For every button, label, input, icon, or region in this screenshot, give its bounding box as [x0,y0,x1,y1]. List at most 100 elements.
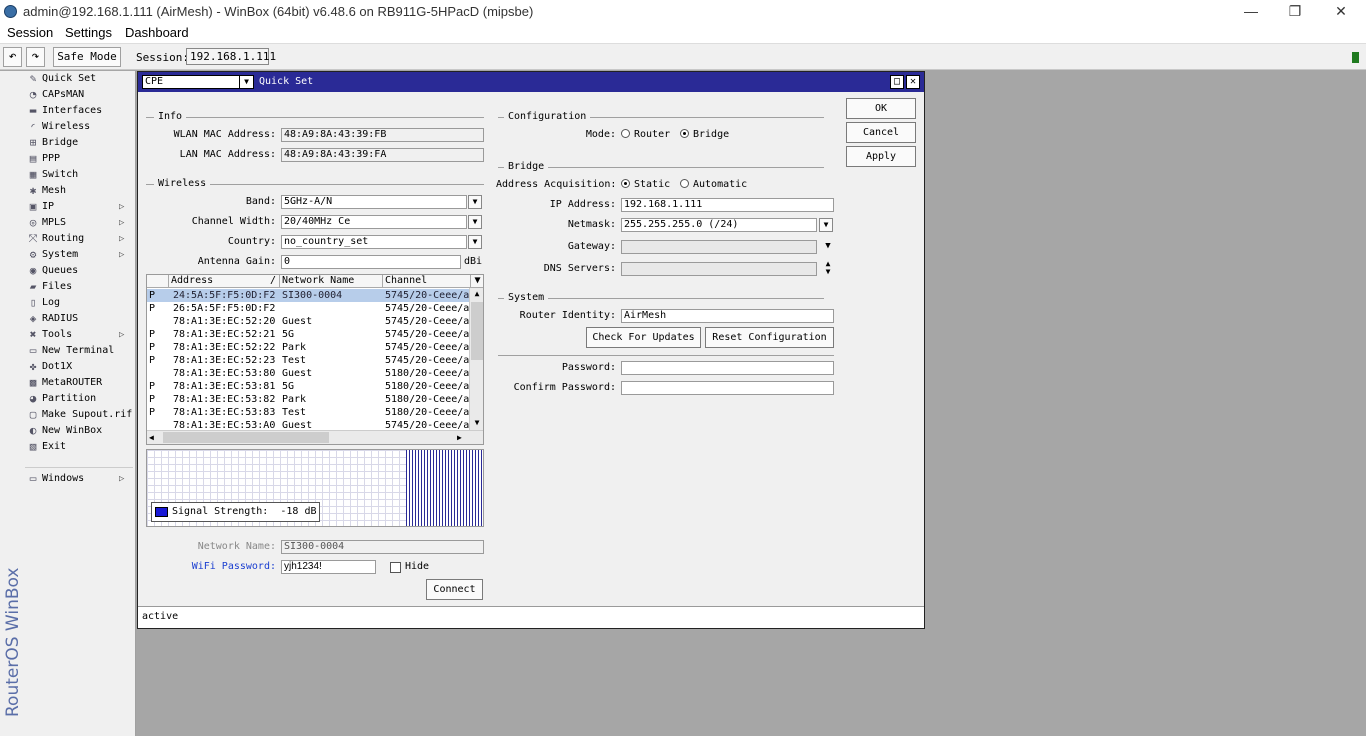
band-select[interactable]: 5GHz-A/N [281,195,467,209]
scroll-up-icon[interactable]: ▲ [471,288,483,300]
sidebar-item-system[interactable]: ⚙ System ▷ [23,247,136,263]
table-header-network-name[interactable]: Network Name [280,275,383,288]
table-header-address[interactable]: Address / [169,275,280,288]
table-header-channel[interactable]: Channel [383,275,471,288]
minimize-icon[interactable]: — [1228,0,1274,24]
gateway-dropdown-icon[interactable]: ▼ [821,240,835,254]
dns-servers-field[interactable] [621,262,817,276]
country-dropdown-icon[interactable]: ▼ [468,235,482,249]
safe-mode-button[interactable]: Safe Mode [53,47,121,67]
session-field[interactable]: 192.168.1.111 [186,48,276,65]
channel-width-select[interactable]: 20/40MHz Ce [281,215,467,229]
mode-bridge-label: Bridge [693,129,730,140]
table-row[interactable]: P 78:A1:3E:EC:52:22 Park 5745/20-Ceee/a [147,341,469,354]
sidebar-item-log[interactable]: ▯ Log [23,295,136,311]
cell-channel: 5745/20-Ceee/a [385,290,470,301]
close-icon[interactable]: ✕ [1318,0,1364,24]
table-row[interactable]: P 78:A1:3E:EC:53:81 5G 5180/20-Ceee/a [147,380,469,393]
submenu-arrow-icon: ▷ [119,330,125,340]
antenna-gain-field[interactable]: 0 [281,255,461,269]
scroll-right-icon[interactable]: ▶ [457,431,469,444]
apply-button[interactable]: Apply [846,146,916,167]
sidebar-item-ip[interactable]: ▣ IP ▷ [23,199,136,215]
dns-updown-icon[interactable]: ▲ ▼ [821,260,835,276]
horizontal-scrollbar[interactable]: ◀ ▶ [147,430,483,444]
acq-static-radio[interactable]: Static [621,178,670,192]
table-row[interactable]: P 24:5A:5F:F5:0D:F2 SI300-0004 5745/20-Ceee… [147,289,469,302]
window-close-icon[interactable]: ✕ [906,75,920,89]
menu-settings[interactable]: Settings [65,25,112,40]
sidebar-item-mesh[interactable]: ✱ Mesh [23,183,136,199]
columns-dropdown-icon[interactable]: ▼ [471,275,483,288]
table-row[interactable]: P 26:5A:5F:F5:0D:F2 5745/20-Ceee/a [147,302,469,315]
cell-flag: P [149,381,156,392]
table-row[interactable]: P 78:A1:3E:EC:52:21 5G 5745/20-Ceee/a [147,328,469,341]
sidebar-item-tools[interactable]: ✖ Tools ▷ [23,327,136,343]
hide-checkbox[interactable] [390,562,401,573]
sidebar-item-make-supout-rif[interactable]: ▢ Make Supout.rif [23,407,136,423]
mode-select[interactable]: CPE ▼ [142,75,254,89]
acq-automatic-radio[interactable]: Automatic [680,178,747,192]
band-dropdown-icon[interactable]: ▼ [468,195,482,209]
restore-icon[interactable]: ❐ [1272,0,1318,24]
wifi-password-field[interactable]: yjh1234! [281,560,376,574]
sidebar-item-metarouter[interactable]: ▩ MetaROUTER [23,375,136,391]
cancel-button[interactable]: Cancel [846,122,916,143]
maximize-icon[interactable]: □ [890,75,904,89]
sidebar-item-interfaces[interactable]: ▬ Interfaces [23,103,136,119]
table-row[interactable]: P 78:A1:3E:EC:52:23 Test 5745/20-Ceee/a [147,354,469,367]
password-field[interactable] [621,361,834,375]
scroll-left-icon[interactable]: ◀ [149,431,161,444]
table-row[interactable]: P 78:A1:3E:EC:53:82 Park 5180/20-Ceee/a [147,393,469,406]
redo-icon[interactable]: ↷ [26,47,45,67]
confirm-password-field[interactable] [621,381,834,395]
sidebar-item-label: Log [42,297,61,308]
connect-button[interactable]: Connect [426,579,483,600]
sidebar-item-dot1x[interactable]: ✤ Dot1X [23,359,136,375]
sidebar-item-radius[interactable]: ◈ RADIUS [23,311,136,327]
sidebar-item-mpls[interactable]: ◎ MPLS ▷ [23,215,136,231]
chevron-down-icon[interactable]: ▼ [239,76,253,88]
reset-configuration-button[interactable]: Reset Configuration [705,327,834,348]
gateway-field[interactable] [621,240,817,254]
metarouter-icon: ▩ [29,376,37,389]
country-select[interactable]: no_country_set [281,235,467,249]
netmask-dropdown-icon[interactable]: ▼ [819,218,833,232]
sidebar-item-exit[interactable]: ▧ Exit [23,439,136,455]
table-row[interactable]: 78:A1:3E:EC:53:80 Guest 5180/20-Ceee/a [147,367,469,380]
vertical-scrollbar[interactable]: ▲ ▼ [469,288,483,430]
menu-dashboard[interactable]: Dashboard [125,25,189,40]
sidebar-item-new-terminal[interactable]: ▭ New Terminal [23,343,136,359]
sidebar-item-routing[interactable]: ⤧ Routing ▷ [23,231,136,247]
sidebar-item-ppp[interactable]: ▤ PPP [23,151,136,167]
vertical-scroll-thumb[interactable] [471,302,483,360]
sidebar-item-switch[interactable]: ▦ Switch [23,167,136,183]
menu-session[interactable]: Session [7,25,53,40]
sidebar-item-partition[interactable]: ◕ Partition [23,391,136,407]
sidebar-item-label: Quick Set [42,73,97,84]
check-for-updates-button[interactable]: Check For Updates [586,327,701,348]
channel-width-dropdown-icon[interactable]: ▼ [468,215,482,229]
netmask-select[interactable]: 255.255.255.0 (/24) [621,218,817,232]
undo-icon[interactable]: ↶ [3,47,22,67]
cell-flag: P [149,290,156,301]
mode-router-radio[interactable]: Router [621,128,670,142]
table-row[interactable]: P 78:A1:3E:EC:53:83 Test 5180/20-Ceee/a [147,406,469,419]
sidebar-item-capsman[interactable]: ◔ CAPsMAN [23,87,136,103]
sidebar-item-new-winbox[interactable]: ◐ New WinBox [23,423,136,439]
cell-channel: 5180/20-Ceee/a [385,368,470,379]
mode-bridge-radio[interactable]: Bridge [680,128,729,142]
sidebar-item-quick-set[interactable]: ✎ Quick Set [23,71,136,87]
sidebar-item-files[interactable]: ▰ Files [23,279,136,295]
sidebar-item-queues[interactable]: ◉ Queues [23,263,136,279]
sidebar-item-windows[interactable]: ▭ Windows ▷ [23,471,136,487]
horizontal-scroll-thumb[interactable] [163,432,329,443]
ok-button[interactable]: OK [846,98,916,119]
sidebar-item-bridge[interactable]: ⊞ Bridge [23,135,136,151]
ip-address-field[interactable]: 192.168.1.111 [621,198,834,212]
router-identity-field[interactable]: AirMesh [621,309,834,323]
antenna-gain-label: Antenna Gain: [197,256,276,267]
table-row[interactable]: 78:A1:3E:EC:52:20 Guest 5745/20-Ceee/a [147,315,469,328]
sidebar-item-wireless[interactable]: ◜ Wireless [23,119,136,135]
scroll-down-icon[interactable]: ▼ [471,417,483,429]
